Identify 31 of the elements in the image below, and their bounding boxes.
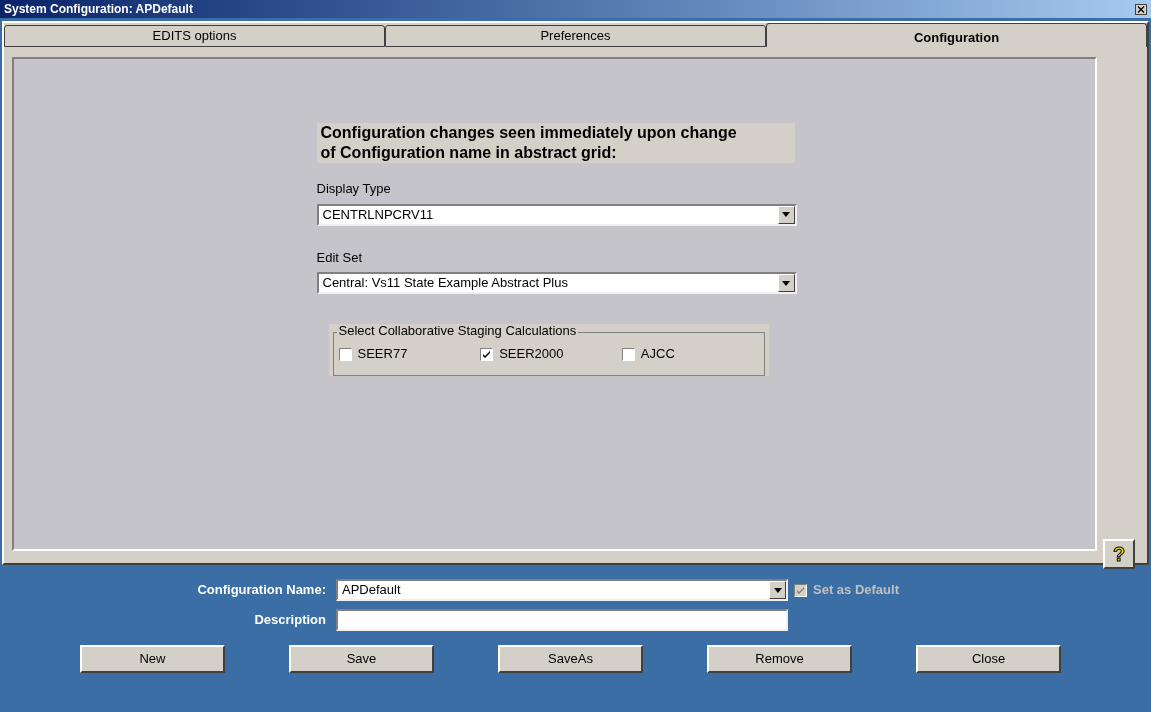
display-type-dropdown[interactable]: CENTRLNPCRV11 <box>316 203 797 226</box>
field-label: Description <box>254 611 326 629</box>
check-mark-icon <box>482 349 492 359</box>
window-title: System Configuration: APDefault <box>4 1 193 18</box>
field-label: Configuration Name: <box>197 581 326 599</box>
check-mark-icon <box>796 585 805 595</box>
close-icon[interactable] <box>1135 3 1147 15</box>
description-field[interactable] <box>336 609 788 631</box>
checkbox-label[interactable]: SEER77 <box>357 344 408 364</box>
action-button[interactable]: Save <box>289 645 434 673</box>
action-button[interactable]: New <box>80 645 225 673</box>
checkbox-label[interactable]: SEER2000 <box>499 344 564 364</box>
configuration-name-dropdown[interactable]: APDefault <box>336 579 788 601</box>
dropdown-arrow-icon[interactable] <box>782 212 790 217</box>
checkbox-label[interactable]: AJCC <box>640 344 675 364</box>
tab[interactable]: Configuration <box>766 23 1147 47</box>
dropdown-arrow-icon[interactable] <box>782 280 790 286</box>
checkbox[interactable] <box>621 347 635 361</box>
checkbox[interactable] <box>480 347 494 361</box>
field-label: Edit Set <box>316 248 364 267</box>
heading: Configuration changes seen immediately upon change of Configuration name in abstract grid: <box>316 123 795 163</box>
checkbox[interactable] <box>338 347 352 361</box>
tab[interactable]: EDITS options <box>4 25 385 47</box>
dropdown-arrow-icon[interactable] <box>773 587 782 593</box>
action-button[interactable]: Remove <box>707 645 852 673</box>
group-title: Select Collaborative Staging Calculations <box>336 324 579 338</box>
field-label: Display Type <box>316 180 392 198</box>
tab[interactable]: Preferences <box>385 25 766 47</box>
action-button[interactable]: Close <box>916 645 1061 673</box>
action-button[interactable]: SaveAs <box>498 645 643 673</box>
edit-set-dropdown[interactable]: Central: Vs11 State Example Abstract Plus <box>316 272 797 294</box>
